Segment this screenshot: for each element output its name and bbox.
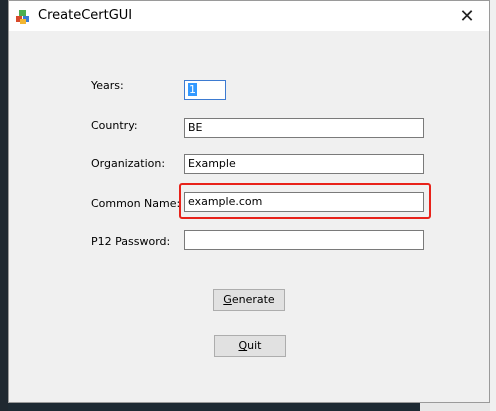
window-title: CreateCertGUI (38, 8, 133, 23)
country-input[interactable]: BE (184, 118, 424, 138)
organization-input[interactable]: Example (184, 154, 424, 174)
close-icon[interactable]: ✕ (445, 1, 489, 31)
country-label: Country: (91, 119, 138, 132)
organization-label: Organization: (91, 157, 166, 170)
app-icon (16, 10, 29, 24)
title-bar[interactable]: CreateCertGUI ✕ (9, 1, 489, 31)
generate-button[interactable]: Generate (213, 289, 285, 311)
generate-label-rest: enerate (231, 293, 275, 306)
p12-password-input[interactable] (184, 230, 424, 250)
quit-label-rest: uit (247, 339, 262, 352)
common-name-label: Common Name: (91, 197, 181, 210)
quit-mnemonic: Q (238, 339, 248, 352)
app-window: CreateCertGUI ✕ Years: 1 Country: BE Org… (8, 0, 490, 403)
generate-mnemonic: G (223, 293, 232, 306)
years-input[interactable]: 1 (184, 80, 226, 100)
background-edge (490, 0, 496, 411)
years-label: Years: (91, 79, 124, 92)
background-strip (0, 0, 8, 411)
years-value: 1 (188, 83, 197, 96)
quit-button[interactable]: Quit (214, 335, 286, 357)
p12-password-label: P12 Password: (91, 235, 171, 248)
highlight-box (179, 183, 431, 219)
